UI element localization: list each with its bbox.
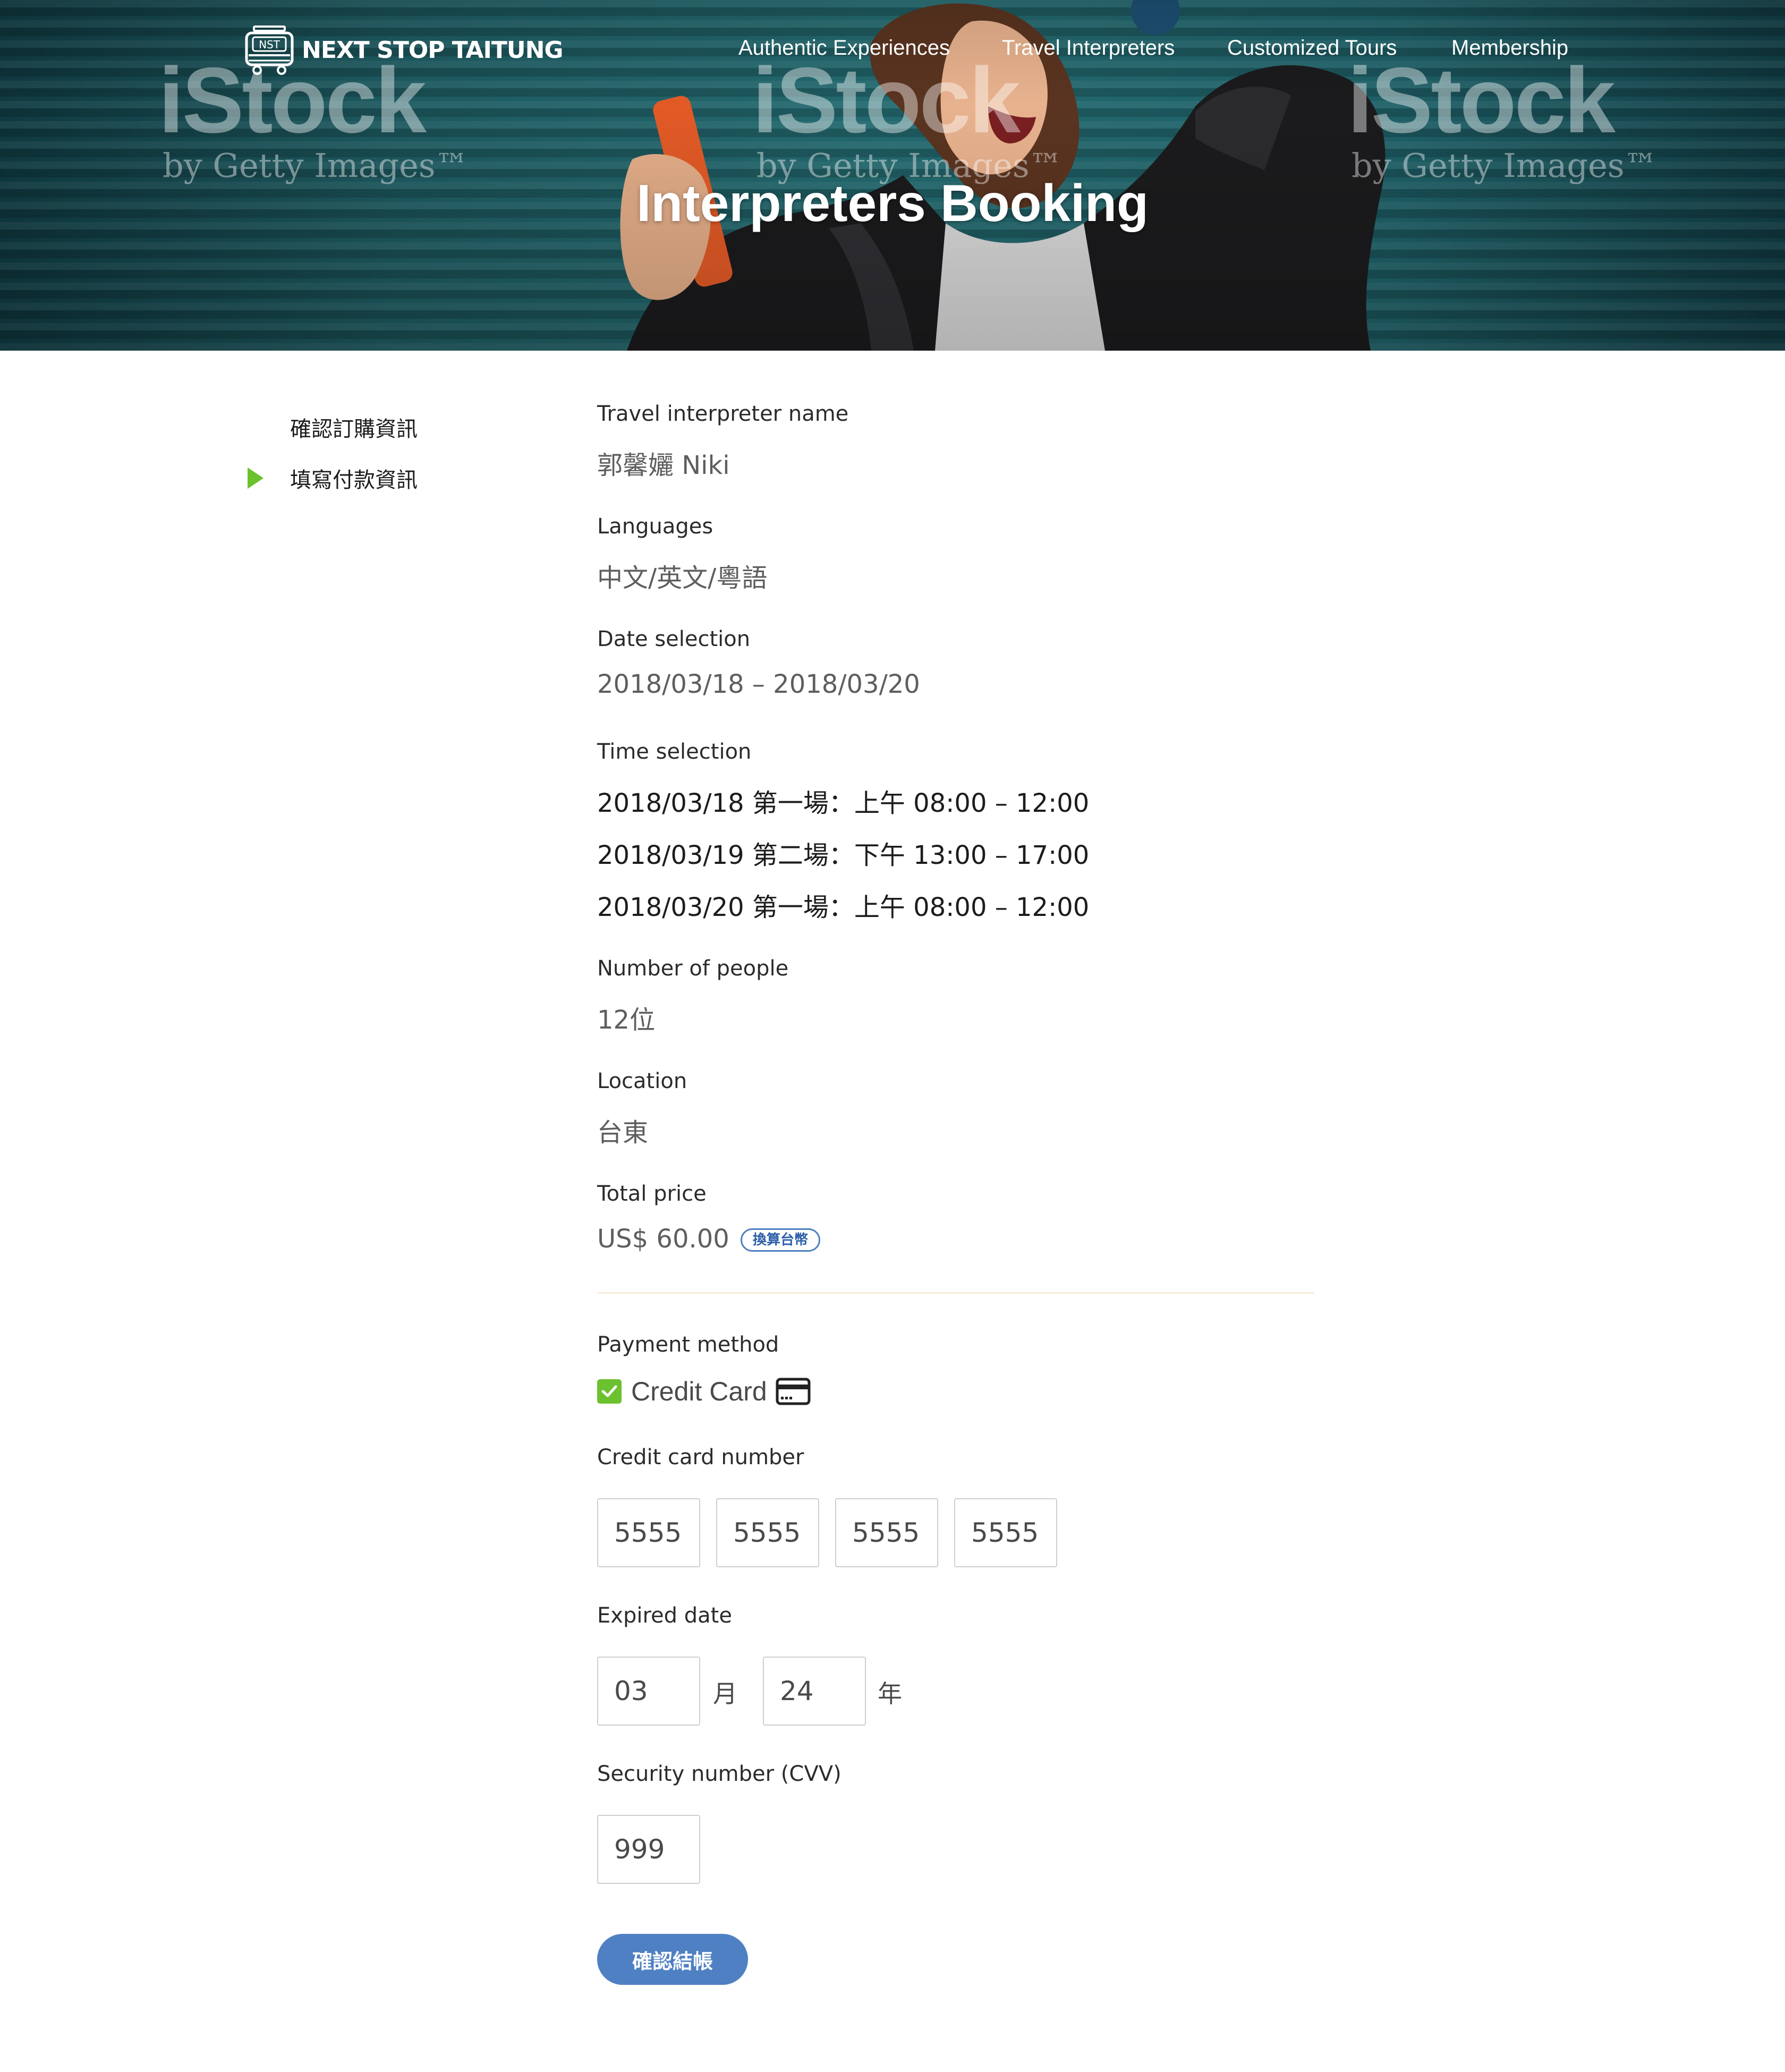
location-value: 台東 bbox=[597, 1118, 649, 1148]
booking-steps: 確認訂購資訊 填寫付款資訊 bbox=[248, 402, 418, 504]
time-slot: 2018/03/20 第一場：上午 08:00 – 12:00 bbox=[597, 893, 1090, 922]
watermark-text: iStock bbox=[1347, 49, 1616, 152]
convert-currency-button[interactable]: 換算台幣 bbox=[741, 1228, 821, 1252]
card-number-part-1[interactable] bbox=[597, 1498, 700, 1567]
watermark-text: iStock bbox=[752, 49, 1021, 152]
nav-customized-tours[interactable]: Customized Tours bbox=[1227, 36, 1397, 60]
check-icon bbox=[601, 1385, 617, 1397]
hero-banner: iStock by Getty Images™ iStock by Getty … bbox=[0, 0, 1785, 351]
nav-authentic-experiences[interactable]: Authentic Experiences bbox=[738, 36, 950, 60]
time-slot: 2018/03/19 第二場：下午 13:00 – 17:00 bbox=[597, 840, 1090, 870]
step-marker bbox=[248, 417, 290, 438]
step-payment-info[interactable]: 填寫付款資訊 bbox=[248, 453, 418, 504]
cvv-label: Security number (CVV) bbox=[597, 1762, 842, 1786]
expiry-year-input[interactable] bbox=[763, 1657, 866, 1726]
step-marker bbox=[248, 468, 290, 489]
card-number-label: Credit card number bbox=[597, 1445, 804, 1470]
card-number-part-3[interactable] bbox=[835, 1498, 938, 1567]
nav-travel-interpreters[interactable]: Travel Interpreters bbox=[1002, 36, 1175, 60]
languages-label: Languages bbox=[597, 514, 713, 539]
page-title: Interpreters Booking bbox=[636, 174, 1149, 232]
time-slot: 2018/03/18 第一場：上午 08:00 – 12:00 bbox=[597, 788, 1090, 818]
confirm-checkout-button[interactable]: 確認結帳 bbox=[597, 1934, 748, 1985]
card-number-part-4[interactable] bbox=[954, 1498, 1057, 1567]
year-unit: 年 bbox=[878, 1679, 902, 1708]
interpreter-value: 郭馨孋 Niki bbox=[597, 451, 730, 480]
date-value: 2018/03/18 – 2018/03/20 bbox=[597, 669, 920, 699]
card-number-part-2[interactable] bbox=[716, 1498, 819, 1567]
step-label: 填寫付款資訊 bbox=[290, 468, 418, 492]
payment-method-label: Payment method bbox=[597, 1332, 779, 1357]
month-unit: 月 bbox=[713, 1679, 737, 1708]
price-value: US$ 60.00 bbox=[597, 1224, 729, 1254]
payment-option-label: Credit Card bbox=[631, 1377, 767, 1406]
tram-logo-icon: NST bbox=[245, 26, 294, 75]
credit-card-icon bbox=[776, 1378, 811, 1405]
active-arrow-icon bbox=[248, 468, 264, 489]
expiry-label: Expired date bbox=[597, 1603, 732, 1628]
watermark: iStock by Getty Images™ bbox=[752, 54, 1062, 184]
payment-option-credit-card: Credit Card bbox=[597, 1376, 811, 1407]
location-label: Location bbox=[597, 1069, 687, 1093]
step-label: 確認訂購資訊 bbox=[290, 417, 418, 441]
date-label: Date selection bbox=[597, 627, 751, 651]
step-confirm-order[interactable]: 確認訂購資訊 bbox=[248, 402, 418, 453]
logo-badge: NST bbox=[259, 38, 280, 51]
section-divider bbox=[597, 1292, 1314, 1294]
people-value: 12位 bbox=[597, 1005, 656, 1035]
cvv-input[interactable] bbox=[597, 1815, 700, 1884]
languages-value: 中文/英文/粵語 bbox=[597, 563, 768, 593]
expiry-month-input[interactable] bbox=[597, 1657, 700, 1726]
watermark: iStock by Getty Images™ bbox=[1347, 54, 1658, 184]
nav-membership[interactable]: Membership bbox=[1451, 36, 1568, 60]
credit-card-checkbox[interactable] bbox=[597, 1379, 622, 1404]
time-label: Time selection bbox=[597, 740, 752, 764]
logo-text: NEXT STOP TAITUNG bbox=[302, 36, 564, 64]
people-label: Number of people bbox=[597, 956, 789, 981]
interpreter-label: Travel interpreter name bbox=[597, 402, 849, 426]
site-logo[interactable]: NST NEXT STOP TAITUNG bbox=[243, 24, 564, 75]
price-label: Total price bbox=[597, 1182, 707, 1206]
